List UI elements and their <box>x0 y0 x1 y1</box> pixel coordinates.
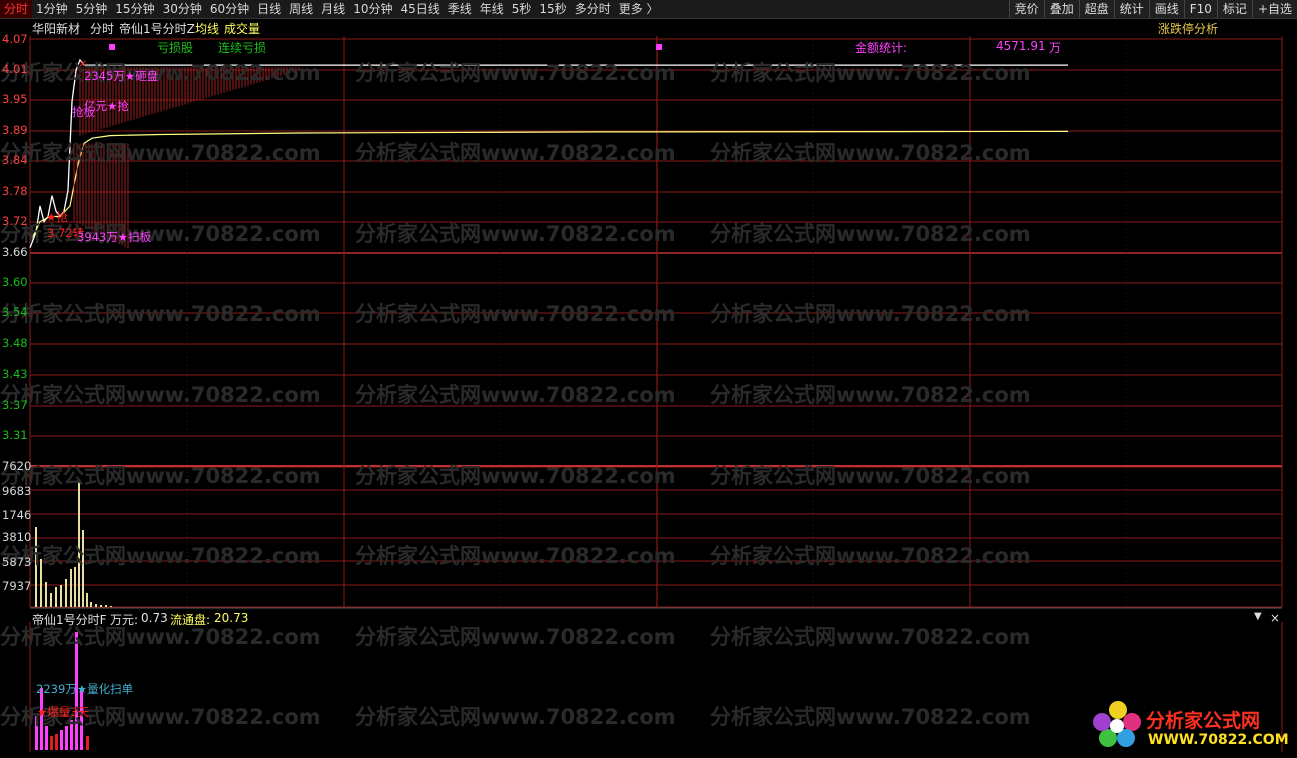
watermark-text: 分析家公式网www.70822.com <box>710 705 1031 729</box>
watermark-text: 分析家公式网www.70822.com <box>710 464 1031 488</box>
watermark-text: 分析家公式网www.70822.com <box>710 383 1031 407</box>
price-tick: 3.54 <box>2 305 28 319</box>
volume-tick: 9683 <box>2 484 32 498</box>
price-tick: 3.89 <box>2 123 28 137</box>
watermark-text: 分析家公式网www.70822.com <box>710 302 1031 326</box>
sub-annot-quant: 2239万★量化扫单 <box>36 682 134 696</box>
volume-bar <box>90 602 92 607</box>
annot-sweep: 3943万★扫板 <box>77 230 152 244</box>
volume-bar <box>60 585 62 607</box>
wan-value: 0.73 <box>141 611 168 625</box>
volume-tick: 7620 <box>2 459 32 473</box>
volume-tick: 3810 <box>2 530 32 544</box>
watermark-text: 分析家公式网www.70822.com <box>355 302 676 326</box>
price-tick: 3.43 <box>2 367 28 381</box>
watermark-text: 分析家公式网www.70822.com <box>0 383 321 407</box>
volume-bar <box>45 582 47 607</box>
volume-tick: 7937 <box>2 579 32 593</box>
wan-label: 万元: <box>110 613 139 627</box>
price-tick: 4.07 <box>2 32 28 46</box>
volume-bar <box>100 605 102 607</box>
watermark-text: 分析家公式网www.70822.com <box>355 544 676 568</box>
watermark-text: 分析家公式网www.70822.com <box>710 222 1031 246</box>
volume-bar <box>65 579 67 607</box>
volume-bar <box>55 587 57 607</box>
volume-bar <box>86 593 88 607</box>
annot-grab-board: 抢板 <box>72 105 95 119</box>
site-logo: 分析家公式网 WWW.70822.COM <box>1090 698 1289 753</box>
price-tick: 3.37 <box>2 398 28 412</box>
flower-icon <box>1093 701 1141 747</box>
volume-bar <box>74 567 76 607</box>
watermark-text: 分析家公式网www.70822.com <box>0 141 321 165</box>
price-tick: 3.78 <box>2 184 28 198</box>
float-label: 流通盘: <box>170 613 211 627</box>
watermark-text: 分析家公式网www.70822.com <box>0 464 321 488</box>
price-tick: 3.60 <box>2 275 28 289</box>
indicator-bar <box>55 734 58 750</box>
price-tick: 3.72 <box>2 214 28 228</box>
watermark-text: 分析家公式网www.70822.com <box>355 61 676 85</box>
volume-bar <box>70 569 72 607</box>
price-tick: 3.66 <box>2 245 28 259</box>
watermark-text: 分析家公式网www.70822.com <box>710 625 1031 649</box>
float-value: 20.73 <box>214 611 249 625</box>
volume-tick: 5873 <box>2 555 32 569</box>
volume-bar <box>95 604 97 607</box>
watermark-text: 分析家公式网www.70822.com <box>355 464 676 488</box>
watermark-text: 分析家公式网www.70822.com <box>355 705 676 729</box>
indicator-bar <box>86 736 89 750</box>
price-tick: 3.95 <box>2 92 28 106</box>
legend-consecutive-loss: 连续亏损 <box>218 41 267 55</box>
watermark-text: 分析家公式网www.70822.com <box>355 383 676 407</box>
price-tick: 4.01 <box>2 62 28 76</box>
legend-dot-mid: ▪ <box>655 39 664 53</box>
close-icon[interactable]: × <box>1270 611 1280 627</box>
legend-dot: ▪ <box>108 39 117 53</box>
watermark-text: 分析家公式网www.70822.com <box>0 544 321 568</box>
volume-bar <box>50 593 52 607</box>
watermark-text: 分析家公式网www.70822.com <box>710 61 1031 85</box>
sub-indicator-name[interactable]: 帝仙1号分时F <box>32 611 107 627</box>
price-tick: 3.48 <box>2 336 28 350</box>
watermark-text: 分析家公式网www.70822.com <box>0 61 321 85</box>
watermark-text: 分析家公式网www.70822.com <box>355 141 676 165</box>
watermark-text: 分析家公式网www.70822.com <box>355 222 676 246</box>
indicator-bar <box>60 730 63 750</box>
volume-tick: 1746 <box>2 508 32 522</box>
legend-loss-stock: 亏损股 <box>157 41 194 55</box>
watermark-text: 分析家公式网www.70822.com <box>710 544 1031 568</box>
collapse-icon[interactable]: ▼ <box>1254 611 1262 627</box>
watermark-text: 分析家公式网www.70822.com <box>0 302 321 326</box>
amount-stat-label: 金额统计: <box>855 41 908 55</box>
indicator-bar <box>50 736 53 750</box>
price-tick: 3.31 <box>2 428 28 442</box>
logo-text: 分析家公式网 <box>1146 710 1261 732</box>
annot-grab: ★抢 <box>46 210 68 224</box>
volume-bar <box>110 606 112 607</box>
sub-annot-vol3: ★爆量3天 <box>37 705 90 719</box>
volume-bar <box>105 605 107 607</box>
price-tick: 3.84 <box>2 153 28 167</box>
amount-stat-value: 4571.91 <box>996 39 1046 53</box>
annot-dump: 2345万★砸盘 <box>84 69 159 83</box>
logo-url: WWW.70822.COM <box>1148 732 1289 748</box>
watermark-text: 分析家公式网www.70822.com <box>355 625 676 649</box>
amount-stat-unit: 万 <box>1049 41 1062 55</box>
watermark-text: 分析家公式网www.70822.com <box>710 141 1031 165</box>
